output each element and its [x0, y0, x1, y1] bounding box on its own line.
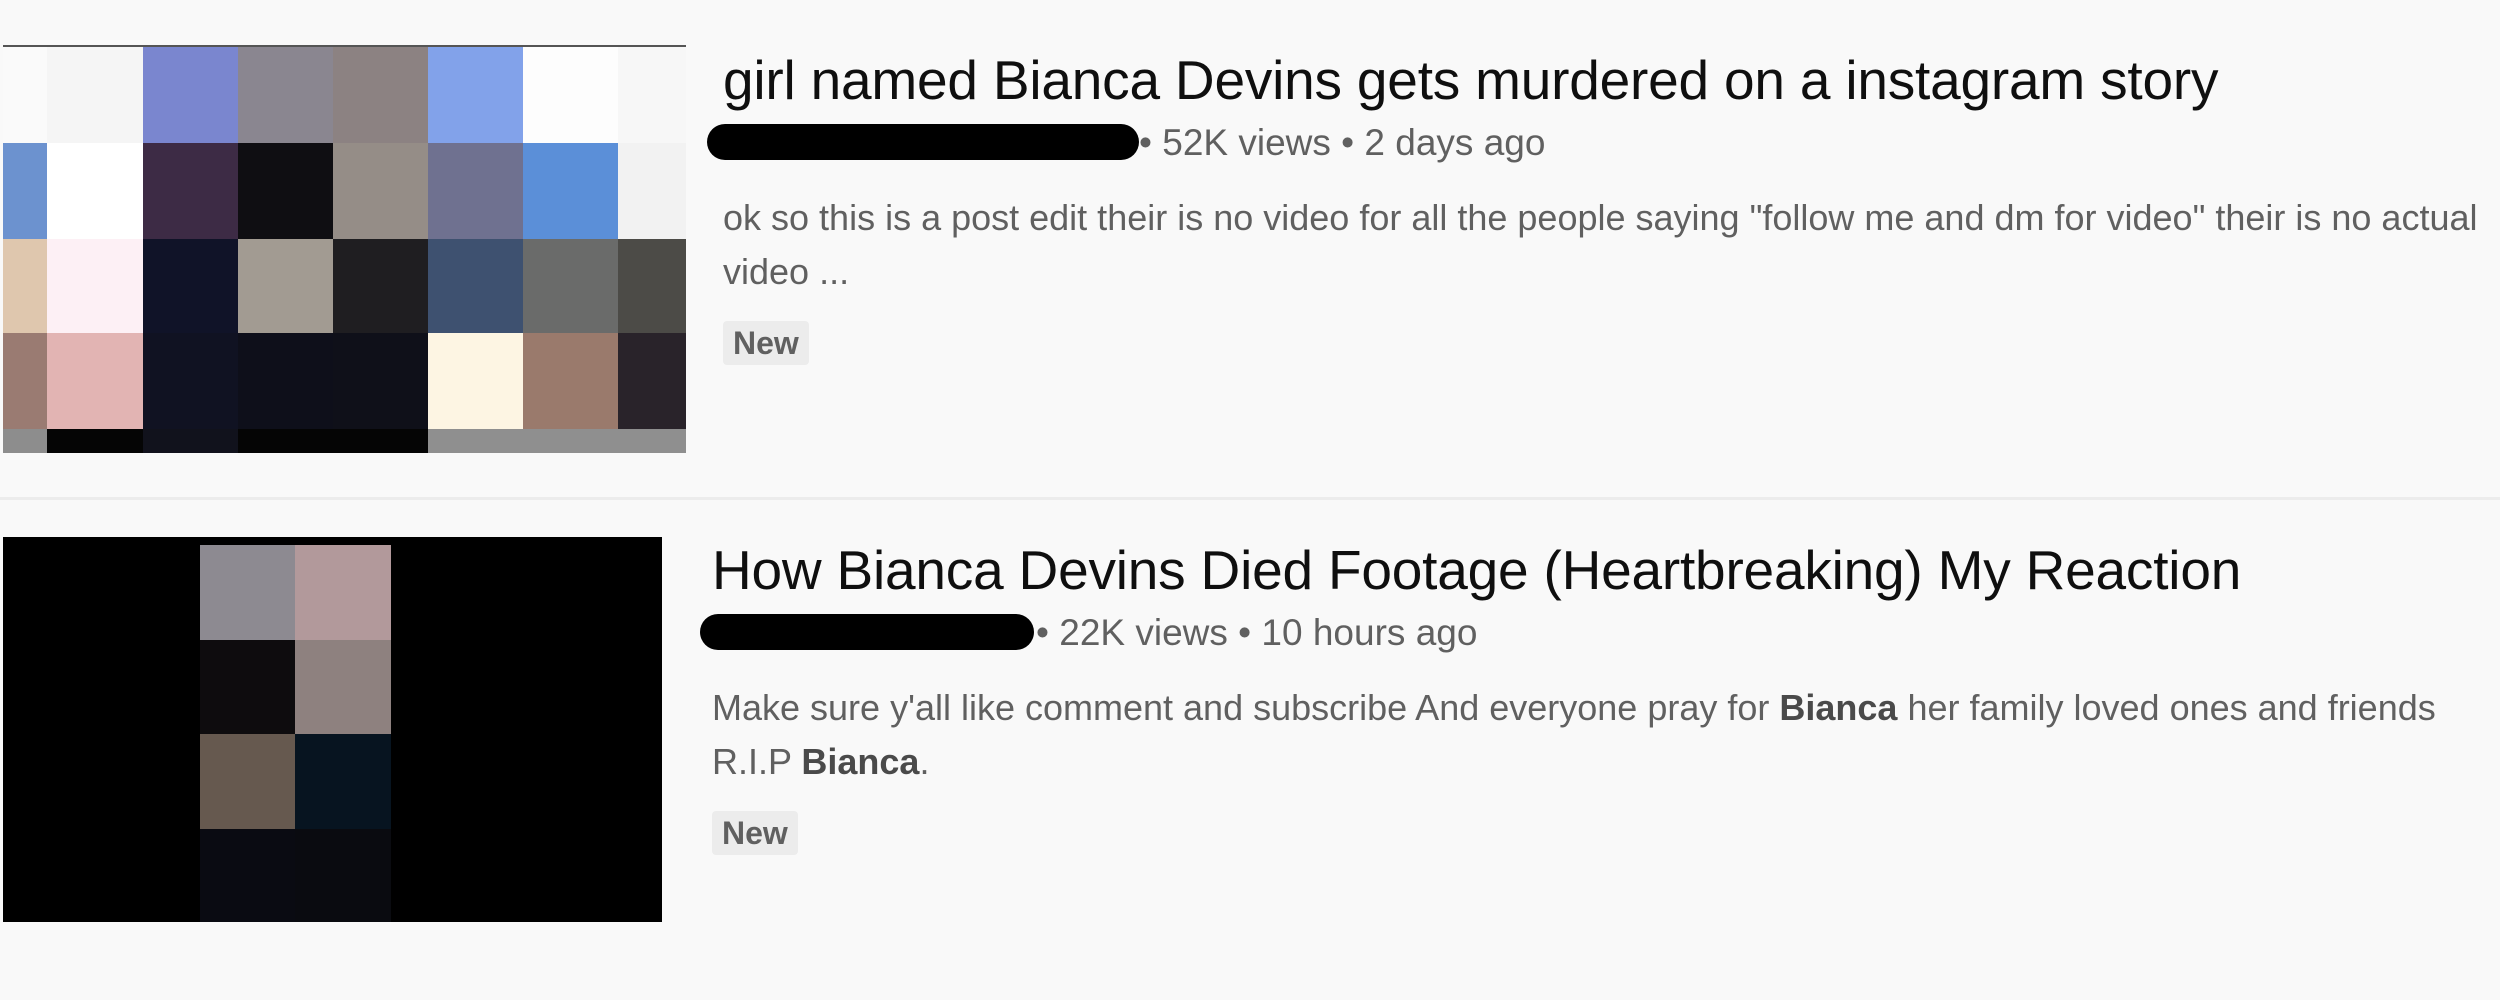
metadata-text: • 52K views • 2 days ago: [1139, 117, 1545, 169]
description-highlight: Bianca: [1779, 687, 1898, 728]
new-badge: New: [712, 811, 798, 855]
description-text: Make sure y'all like comment and subscri…: [712, 687, 1780, 728]
channel-name-redacted[interactable]: [700, 614, 1034, 650]
meta-separator: •: [1139, 122, 1152, 163]
meta-separator: •: [1036, 612, 1049, 653]
video-metadata: • 22K views • 10 hours ago: [700, 607, 2482, 659]
video-result[interactable]: girl named Bianca Devins gets murdered o…: [0, 0, 2500, 497]
video-thumbnail-pixelated[interactable]: [3, 45, 686, 453]
upload-age: 10 hours ago: [1261, 612, 1478, 653]
description-highlight: Bianca: [801, 741, 920, 782]
video-title[interactable]: girl named Bianca Devins gets murdered o…: [723, 48, 2483, 112]
meta-separator: •: [1238, 612, 1252, 653]
video-info: girl named Bianca Devins gets murdered o…: [707, 48, 2483, 365]
metadata-text: • 22K views • 10 hours ago: [1036, 607, 1477, 659]
video-title[interactable]: How Bianca Devins Died Footage (Heartbre…: [712, 538, 2482, 602]
video-info: How Bianca Devins Died Footage (Heartbre…: [700, 538, 2482, 855]
video-thumbnail-pixelated[interactable]: [3, 537, 662, 922]
description-text: .: [919, 741, 930, 782]
new-badge: New: [723, 321, 809, 365]
video-description: ok so this is a post edit their is no vi…: [723, 197, 2478, 292]
upload-age: 2 days ago: [1364, 122, 1546, 163]
video-description: Make sure y'all like comment and subscri…: [712, 681, 2482, 789]
meta-separator: •: [1341, 122, 1355, 163]
channel-name-redacted[interactable]: [707, 124, 1139, 160]
view-count: 52K views: [1162, 122, 1331, 163]
view-count: 22K views: [1059, 612, 1228, 653]
video-metadata: • 52K views • 2 days ago: [707, 117, 2483, 169]
